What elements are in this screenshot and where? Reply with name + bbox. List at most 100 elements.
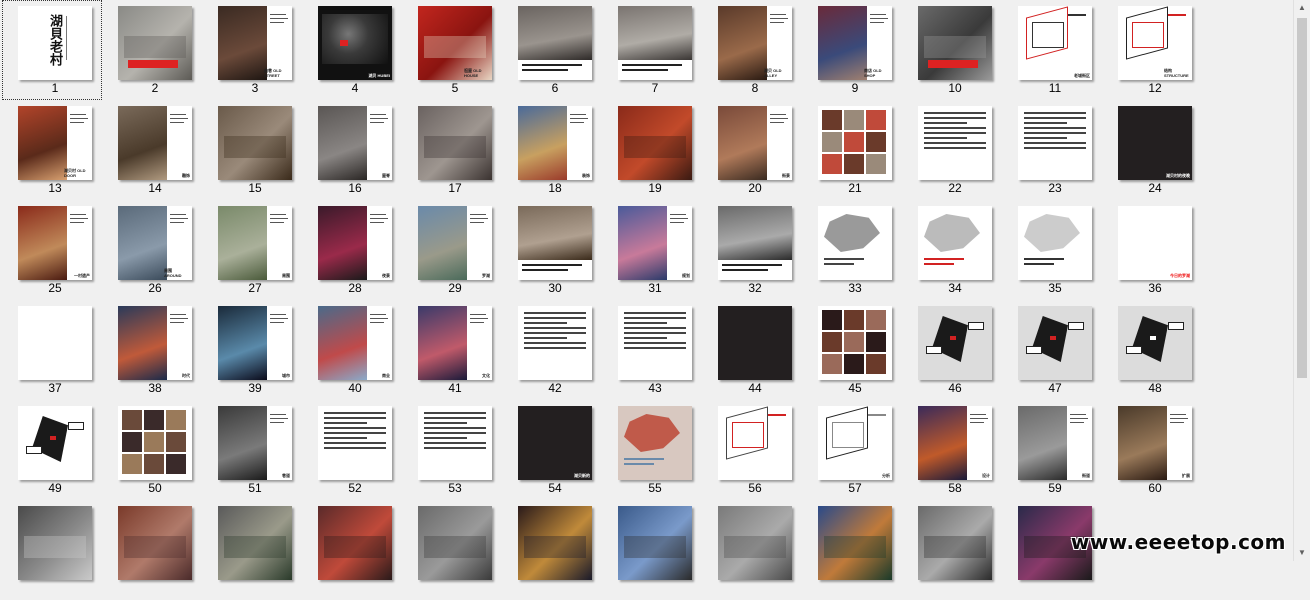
slide-thumbnail[interactable]: 罗湖 29 (402, 200, 502, 300)
slide-thumbnail[interactable] (2, 500, 102, 600)
slide-preview: 周围 (218, 206, 292, 280)
slide-thumbnail[interactable]: 湖贝村的夜晚 24 (1102, 100, 1202, 200)
slide-thumbnail[interactable]: 湖贝 HUBEI 4 (302, 0, 402, 100)
slide-number: 13 (48, 181, 62, 195)
slide-thumbnail[interactable]: 街道 59 (1002, 400, 1102, 500)
slide-thumbnail[interactable]: 48 (1102, 300, 1202, 400)
slide-caption: 湖贝 OLD ALLEY (764, 68, 782, 78)
slide-thumbnail[interactable]: 22 (902, 100, 1002, 200)
slide-number: 3 (251, 81, 259, 95)
slide-thumbnail[interactable]: 43 (602, 300, 702, 400)
slide-thumbnail[interactable]: 10 (902, 0, 1002, 100)
slide-number: 15 (248, 181, 262, 195)
slide-thumbnail[interactable]: 夜景 28 (302, 200, 402, 300)
slide-preview: 湖贝 HUBEI (318, 6, 392, 80)
slide-thumbnail[interactable]: 屋脊 16 (302, 100, 402, 200)
slide-thumbnail[interactable]: 44 (702, 300, 802, 400)
slide-preview: 街道 (1018, 406, 1092, 480)
slide-thumbnail[interactable]: 19 (602, 100, 702, 200)
slide-thumbnail[interactable]: 城市 39 (202, 300, 302, 400)
slide-thumbnail[interactable]: 35 (1002, 200, 1102, 300)
slide-preview: 街景 (718, 106, 792, 180)
vertical-scrollbar[interactable]: ▲ ▼ (1293, 0, 1310, 561)
slide-thumbnail[interactable]: 设计 58 (902, 400, 1002, 500)
slide-thumbnail[interactable]: 47 (1002, 300, 1102, 400)
slide-thumbnail[interactable]: 祖屋 OLD HOUSE 5 (402, 0, 502, 100)
thumbnail-shape (224, 536, 286, 558)
slide-preview (118, 6, 192, 80)
slide-thumbnail[interactable] (502, 500, 602, 600)
slide-preview (418, 106, 492, 180)
scroll-up-arrow-icon[interactable]: ▲ (1294, 0, 1310, 16)
slide-number: 12 (1148, 81, 1162, 95)
slide-number: 26 (148, 281, 162, 295)
slide-thumbnail[interactable]: 商业 40 (302, 300, 402, 400)
slide-thumbnail[interactable]: 周围 AROUND 26 (102, 200, 202, 300)
slide-thumbnail[interactable]: 23 (1002, 100, 1102, 200)
slide-number: 59 (1048, 481, 1062, 495)
slide-thumbnail[interactable] (902, 500, 1002, 600)
slide-thumbnail[interactable]: 扩展 60 (1102, 400, 1202, 500)
slide-thumbnail[interactable] (602, 500, 702, 600)
slide-thumbnail[interactable]: 湖贝村 OLD DOOR 13 (2, 100, 102, 200)
slide-thumbnail[interactable]: 曲巷 OLD STREET 3 (202, 0, 302, 100)
slide-thumbnail[interactable]: 周围 27 (202, 200, 302, 300)
slide-thumbnail[interactable]: 街景 20 (702, 100, 802, 200)
slide-thumbnail[interactable]: 今日的罗湖 36 (1102, 200, 1202, 300)
slide-thumbnail[interactable]: 商店 OLD SHOP 9 (802, 0, 902, 100)
slide-thumbnail[interactable]: 52 (302, 400, 402, 500)
scrollbar-thumb[interactable] (1297, 18, 1307, 378)
slide-thumbnail[interactable]: 7 (602, 0, 702, 100)
slide-thumbnail[interactable]: 老城街区 11 (1002, 0, 1102, 100)
slide-thumbnail[interactable]: 文化 41 (402, 300, 502, 400)
slide-thumbnail[interactable]: 50 (102, 400, 202, 500)
slide-thumbnail[interactable] (302, 500, 402, 600)
slide-thumbnail[interactable]: 33 (802, 200, 902, 300)
slide-number: 28 (348, 281, 362, 295)
slide-thumbnail[interactable]: 45 (802, 300, 902, 400)
slide-thumbnail[interactable]: 56 (702, 400, 802, 500)
slide-thumbnail[interactable]: 2 (102, 0, 202, 100)
slide-thumbnail[interactable]: 37 (2, 300, 102, 400)
slide-thumbnail[interactable]: 雕饰 14 (102, 100, 202, 200)
slide-thumbnail[interactable]: 规划 31 (602, 200, 702, 300)
scroll-down-arrow-icon[interactable]: ▼ (1294, 545, 1310, 561)
slide-thumbnail[interactable]: 6 (502, 0, 602, 100)
slide-thumbnail[interactable]: 21 (802, 100, 902, 200)
slide-thumbnail[interactable]: 55 (602, 400, 702, 500)
thumbnail-shape (624, 458, 664, 460)
slide-thumbnail[interactable]: 湖贝 OLD ALLEY 8 (702, 0, 802, 100)
slide-thumbnail[interactable]: 49 (2, 400, 102, 500)
slide-thumbnail[interactable]: 32 (702, 200, 802, 300)
slide-thumbnail[interactable] (402, 500, 502, 600)
slide-thumbnail[interactable]: 17 (402, 100, 502, 200)
slide-thumbnail[interactable] (802, 500, 902, 600)
slide-thumbnail[interactable]: 30 (502, 200, 602, 300)
thumbnail-shape (870, 22, 884, 23)
slide-preview: 商业 (318, 306, 392, 380)
thumbnail-shape (824, 536, 886, 558)
slide-thumbnail[interactable]: 湖貝老村 1 (2, 0, 102, 100)
slide-thumbnail[interactable]: 时代 38 (102, 300, 202, 400)
slide-thumbnail[interactable]: 一村遗产 25 (2, 200, 102, 300)
thumbnail-shape (470, 218, 488, 219)
slide-thumbnail[interactable]: 湖贝新的 54 (502, 400, 602, 500)
thumbnail-shape (340, 40, 348, 46)
slide-thumbnail[interactable]: 53 (402, 400, 502, 500)
photo-image (18, 106, 67, 180)
slide-thumbnail[interactable]: 42 (502, 300, 602, 400)
slide-thumbnail[interactable]: 34 (902, 200, 1002, 300)
slide-thumbnail[interactable]: 分析 57 (802, 400, 902, 500)
slide-thumbnail[interactable]: 46 (902, 300, 1002, 400)
slide-thumbnail[interactable]: 装饰 18 (502, 100, 602, 200)
slide-number: 22 (948, 181, 962, 195)
slide-thumbnail[interactable] (702, 500, 802, 600)
slide-thumbnail[interactable]: 15 (202, 100, 302, 200)
photo-image (718, 106, 767, 180)
slide-thumbnail[interactable] (102, 500, 202, 600)
slide-number: 48 (1148, 381, 1162, 395)
slide-thumbnail[interactable]: 结构 STRUCTURE 12 (1102, 0, 1202, 100)
slide-preview (518, 206, 592, 280)
slide-thumbnail[interactable]: 巷道 51 (202, 400, 302, 500)
slide-thumbnail[interactable] (202, 500, 302, 600)
